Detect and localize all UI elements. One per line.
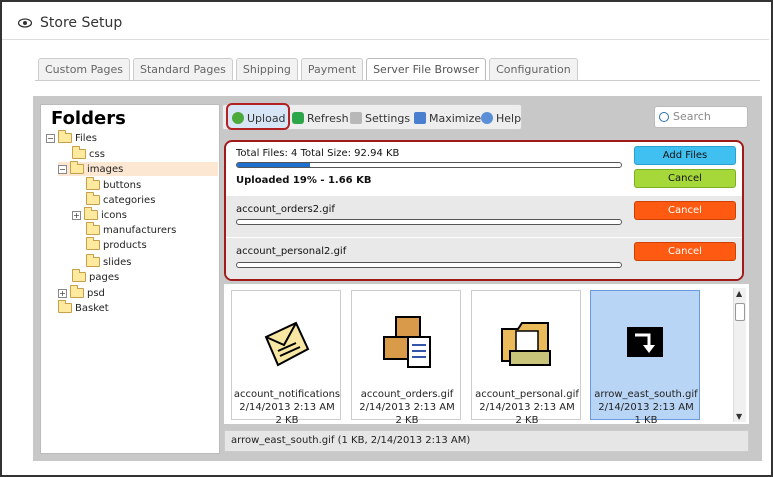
maximize-icon (414, 112, 426, 124)
upload-summary-row: Total Files: 4 Total Size: 92.94 KB Uplo… (226, 142, 742, 196)
file-name: account_orders.gif (360, 389, 454, 400)
cancel-all-button[interactable]: Cancel (634, 169, 736, 188)
file-thumbnails: account_notifications 2/14/2013 2:13 AM … (224, 284, 749, 426)
total-progress-fill (237, 163, 310, 167)
maximize-button[interactable]: Maximize (414, 109, 481, 127)
tab-standard-pages[interactable]: Standard Pages (133, 58, 233, 80)
tab-payment[interactable]: Payment (300, 58, 364, 80)
folder-icon (86, 222, 100, 235)
eye-icon[interactable] (18, 18, 32, 28)
collapse-icon[interactable]: − (46, 133, 55, 143)
tree-item-images[interactable]: − images (58, 161, 218, 176)
file-scrollbar[interactable]: ▲ ▼ (733, 288, 746, 422)
file-card[interactable]: account_personal.gif 2/14/2013 2:13 AM 2… (471, 290, 581, 426)
cancel-file-button[interactable]: Cancel (634, 201, 736, 220)
envelope-icon (264, 321, 310, 367)
upload-file-name: account_orders2.gif (236, 204, 335, 215)
refresh-icon (292, 112, 304, 124)
folder-icon (72, 146, 86, 159)
file-name: arrow_east_south.gif (594, 389, 698, 400)
folder-icon (86, 192, 100, 205)
upload-progress-text: Uploaded 19% - 1.66 KB (236, 175, 372, 186)
folder-open-icon (70, 161, 84, 174)
upload-summary: Total Files: 4 Total Size: 92.94 KB (236, 148, 400, 159)
file-size: 2 KB (275, 415, 299, 426)
upload-file-row: account_personal2.gif Cancel (226, 238, 742, 279)
tab-server-file-browser[interactable]: Server File Browser (366, 58, 487, 81)
folder-icon (86, 177, 100, 190)
tree-item-basket[interactable]: Basket (58, 300, 109, 315)
file-card-selected[interactable]: arrow_east_south.gif 2/14/2013 2:13 AM 1… (590, 290, 700, 426)
file-date: 2/14/2013 2:13 AM (598, 402, 694, 413)
file-name: account_notifications (233, 389, 341, 400)
folder-tree: Folders (40, 104, 220, 454)
file-card[interactable]: account_orders.gif 2/14/2013 2:13 AM 2 K… (351, 290, 461, 426)
refresh-button[interactable]: Refresh (292, 109, 349, 127)
upload-file-name: account_personal2.gif (236, 246, 347, 257)
expand-icon[interactable]: + (58, 288, 67, 298)
file-progress-bar (236, 219, 622, 225)
file-card[interactable]: account_notifications 2/14/2013 2:13 AM … (231, 290, 341, 426)
boxes-icon (383, 316, 431, 368)
arrow-east-south-icon (627, 327, 663, 357)
tab-bar: Custom Pages Standard Pages Shipping Pay… (38, 58, 581, 81)
file-size: 2 KB (395, 415, 419, 426)
tree-item-categories[interactable]: categories (86, 192, 155, 207)
page-title: Store Setup (40, 15, 123, 31)
folders-heading: Folders (51, 108, 126, 129)
tab-custom-pages[interactable]: Custom Pages (38, 58, 130, 80)
collapse-icon[interactable]: − (58, 164, 67, 174)
help-icon (481, 112, 493, 124)
tab-shipping[interactable]: Shipping (235, 58, 298, 80)
file-date: 2/14/2013 2:13 AM (359, 402, 455, 413)
folder-icon (86, 254, 100, 267)
file-date: 2/14/2013 2:13 AM (479, 402, 575, 413)
folder-icon (70, 285, 84, 298)
cancel-file-button[interactable]: Cancel (634, 242, 736, 261)
help-button[interactable]: Help (481, 109, 521, 127)
total-progress-bar (236, 162, 622, 168)
expand-icon[interactable]: + (72, 210, 81, 220)
tree-item-css[interactable]: css (72, 146, 105, 161)
tree-item-pages[interactable]: pages (72, 269, 119, 284)
scroll-down-icon[interactable]: ▼ (736, 412, 742, 421)
settings-button[interactable]: Settings (350, 109, 410, 127)
tree-item-buttons[interactable]: buttons (86, 177, 141, 192)
search-input[interactable]: Search (654, 106, 748, 128)
tree-item-files[interactable]: − Files (46, 130, 97, 145)
tree-item-psd[interactable]: + psd (58, 285, 105, 300)
scroll-up-icon[interactable]: ▲ (736, 289, 742, 298)
header: Store Setup (2, 2, 769, 40)
tree-item-manufacturers[interactable]: manufacturers (86, 222, 176, 237)
add-files-button[interactable]: Add Files (634, 146, 736, 165)
scroll-thumb[interactable] (735, 303, 745, 321)
tree-item-slides[interactable]: slides (86, 254, 131, 269)
file-name: account_personal.gif (475, 389, 579, 400)
tab-configuration[interactable]: Configuration (489, 58, 578, 80)
folder-icon (86, 237, 100, 250)
status-bar: arrow_east_south.gif (1 KB, 2/14/2013 2:… (224, 430, 749, 452)
file-size: 1 KB (634, 415, 658, 426)
folder-icon (72, 269, 86, 282)
folder-icon (58, 300, 72, 313)
search-icon (659, 112, 669, 122)
wrench-icon (350, 112, 362, 124)
plus-icon (232, 112, 244, 124)
file-size: 2 KB (515, 415, 539, 426)
upload-file-row: account_orders2.gif Cancel (226, 196, 742, 237)
upload-button[interactable]: Upload (232, 109, 286, 127)
folder-icon (58, 130, 72, 143)
upload-queue-panel: Total Files: 4 Total Size: 92.94 KB Uplo… (224, 140, 744, 281)
tree-item-products[interactable]: products (86, 237, 147, 252)
folder-icon (84, 207, 98, 220)
tree-item-icons[interactable]: + icons (72, 207, 127, 222)
file-progress-bar (236, 262, 622, 268)
file-date: 2/14/2013 2:13 AM (239, 402, 335, 413)
folder-documents-icon (501, 322, 551, 366)
